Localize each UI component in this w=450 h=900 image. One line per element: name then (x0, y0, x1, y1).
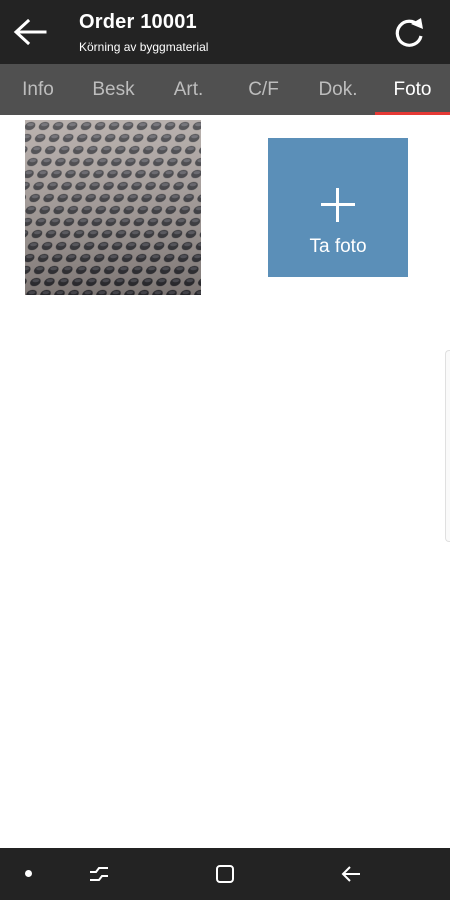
tab-info[interactable]: Info (0, 64, 76, 115)
tab-foto[interactable]: Foto (375, 64, 450, 115)
plus-icon (321, 188, 355, 222)
refresh-icon (395, 18, 423, 47)
home-icon (216, 865, 234, 883)
take-photo-label: Ta foto (309, 236, 367, 257)
tab-besk[interactable]: Besk (76, 64, 151, 115)
tab-bar: Info Besk Art. C/F Dok. Foto (0, 64, 450, 115)
home-button[interactable] (208, 858, 242, 890)
tab-art[interactable]: Art. (151, 64, 226, 115)
back-button[interactable] (10, 14, 50, 50)
page-title: Order 10001 (79, 11, 197, 33)
take-photo-button[interactable]: Ta foto (268, 138, 408, 277)
refresh-button[interactable] (386, 12, 434, 54)
dot-icon[interactable] (25, 870, 32, 877)
system-nav-bar (0, 848, 450, 900)
app-header: Order 10001 Körning av byggmaterial (0, 0, 450, 64)
arrow-left-icon (13, 19, 47, 45)
nav-back-button[interactable] (334, 858, 368, 890)
page-subtitle: Körning av byggmaterial (79, 40, 209, 54)
tab-dok[interactable]: Dok. (301, 64, 375, 115)
tab-cf[interactable]: C/F (226, 64, 301, 115)
back-icon (341, 866, 360, 882)
recent-apps-button[interactable] (82, 858, 116, 890)
edge-panel-handle[interactable] (445, 350, 450, 542)
title-block: Order 10001 Körning av byggmaterial (79, 10, 370, 55)
photo-thumbnail[interactable] (25, 120, 201, 295)
recent-apps-icon (90, 867, 108, 881)
photo-gallery: Ta foto (0, 115, 450, 848)
photo-image (25, 120, 201, 295)
